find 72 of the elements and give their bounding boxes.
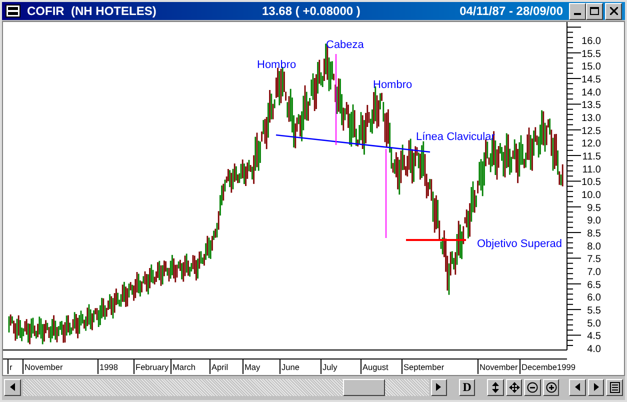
- right-arrow-icon: [594, 383, 599, 391]
- price-tick-label: 6.0: [587, 292, 601, 304]
- price-tick-label: 10.5: [582, 177, 601, 188]
- target-label: Objetivo Superad: [477, 238, 562, 250]
- maximize-button[interactable]: [586, 2, 603, 20]
- price-tick-label: 12.0: [582, 138, 601, 150]
- month-label: r: [10, 362, 12, 372]
- zoom-out-icon: [527, 382, 538, 392]
- month-label: July: [322, 362, 338, 372]
- price-tick-label: 9.0: [587, 216, 601, 227]
- window-icon: [5, 4, 21, 18]
- price-tick-label: 6.5: [587, 280, 601, 291]
- price-tick-label: 7.5: [587, 254, 601, 266]
- scroll-left-button[interactable]: [4, 378, 21, 396]
- date-range: 04/11/87 - 28/09/00: [460, 3, 563, 20]
- price-tick-label: 10.0: [582, 190, 601, 202]
- price-tick-label: 15.5: [582, 48, 601, 60]
- price-tick-label: 11.5: [582, 152, 601, 163]
- price-tick-label: 14.5: [582, 74, 601, 86]
- window-title: COFIR (NH HOTELES): [27, 3, 158, 20]
- price-tick-label: 8.0: [587, 241, 601, 252]
- price-tick-label: 13.0: [582, 113, 601, 124]
- price-tick-label: 4.0: [587, 344, 601, 356]
- price-tick-label: 12.5: [582, 126, 601, 137]
- month-label: June: [282, 362, 300, 372]
- up-down-arrow-icon: [492, 382, 499, 392]
- shoulder-label: Hombro: [257, 59, 296, 71]
- move-icon: [508, 382, 520, 392]
- price-tick-label: 16.0: [582, 36, 601, 47]
- price-tick-label: 9.5: [587, 202, 601, 214]
- right-arrow-icon: [436, 383, 442, 391]
- move-button[interactable]: [506, 378, 522, 396]
- month-label: November: [24, 362, 63, 372]
- price-quote: 13.68 ( +0.08000 ): [262, 3, 362, 20]
- close-button[interactable]: [605, 2, 622, 20]
- shoulder-label: Hombro: [373, 79, 412, 91]
- maximize-icon: [590, 7, 599, 15]
- price-tick-label: 11.0: [582, 164, 601, 176]
- scrollbar-thumb[interactable]: [342, 378, 385, 396]
- month-label: November: [480, 362, 518, 372]
- zoom-in-icon: [546, 382, 557, 392]
- month-label: May: [244, 362, 260, 372]
- price-tick-label: 14.0: [582, 87, 601, 98]
- close-icon: [610, 7, 618, 15]
- toolbar-button[interactable]: D: [458, 378, 476, 396]
- list-button[interactable]: [606, 378, 623, 396]
- list-icon: [610, 382, 620, 392]
- previous-button[interactable]: [569, 378, 586, 396]
- month-label: April: [212, 362, 228, 372]
- month-label: February: [136, 362, 169, 372]
- next-button[interactable]: [588, 378, 604, 396]
- price-tick-label: 13.5: [582, 100, 601, 112]
- vertical-scale-button[interactable]: [487, 378, 504, 396]
- scroll-right-button[interactable]: [430, 378, 448, 396]
- zoom-out-button[interactable]: [524, 378, 541, 396]
- month-label: August: [362, 362, 388, 372]
- price-tick-label: 4.5: [587, 331, 601, 342]
- target-line: [406, 239, 466, 241]
- price-tick-label: 5.0: [587, 318, 601, 330]
- price-tick-label: 7.0: [587, 267, 601, 278]
- month-label: September: [404, 362, 444, 372]
- left-arrow-icon: [575, 383, 580, 391]
- price-tick-label: 5.5: [587, 306, 601, 317]
- head-label: Cabeza: [326, 39, 364, 51]
- month-label: March: [172, 362, 196, 372]
- left-arrow-icon: [10, 383, 15, 391]
- minimize-button[interactable]: [569, 2, 586, 20]
- month-label: 1998: [100, 362, 118, 372]
- month-label: Decembe1999: [522, 362, 576, 372]
- price-tick-label: 8.5: [587, 228, 601, 240]
- price-tick-label: 15.0: [582, 62, 601, 73]
- zoom-in-button[interactable]: [542, 378, 560, 396]
